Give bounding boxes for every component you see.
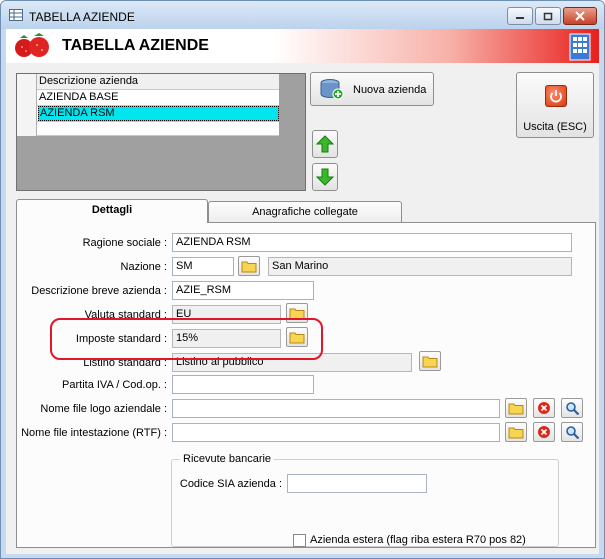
- delete-icon: [538, 426, 550, 438]
- tab-linked-records[interactable]: Anagrafiche collegate: [208, 201, 402, 223]
- row-indicator[interactable]: [17, 90, 37, 106]
- descrizione-breve-input[interactable]: AZIE_RSM: [172, 281, 314, 300]
- table-cell[interactable]: AZIENDA BASE: [39, 91, 118, 103]
- table-row[interactable]: AZIENDA BASE: [17, 90, 279, 106]
- nazione-label: Nazione :: [120, 261, 167, 273]
- exit-label: Uscita (ESC): [523, 121, 587, 133]
- window-title: TABELLA AZIENDE: [29, 10, 135, 24]
- power-icon: [545, 85, 567, 107]
- arrow-down-icon: [316, 168, 334, 186]
- sia-input[interactable]: [287, 474, 427, 493]
- move-up-button[interactable]: [312, 130, 338, 158]
- logo-file-input[interactable]: [172, 399, 500, 418]
- magnifier-icon: [565, 425, 579, 439]
- column-header-description[interactable]: Descrizione azienda: [39, 75, 138, 87]
- close-icon: [575, 11, 585, 21]
- table-row-selected[interactable]: AZIENDA RSM: [17, 106, 279, 122]
- new-company-label: Nuova azienda: [353, 84, 427, 96]
- header-banner: TABELLA AZIENDE: [6, 29, 599, 63]
- folder-icon: [422, 356, 438, 367]
- table-row-empty[interactable]: [17, 122, 279, 136]
- maximize-icon: [543, 12, 553, 20]
- folder-icon: [508, 427, 524, 438]
- descrizione-breve-label: Descrizione breve azienda :: [31, 285, 167, 297]
- intestazione-file-input[interactable]: [172, 423, 500, 442]
- building-icon: [569, 33, 591, 61]
- companies-grid[interactable]: Descrizione azienda AZIENDA BASE AZIENDA…: [16, 73, 306, 191]
- move-down-button[interactable]: [312, 163, 338, 191]
- table-cell[interactable]: AZIENDA RSM: [38, 106, 279, 121]
- nazione-name-display: San Marino: [268, 257, 572, 276]
- new-company-button[interactable]: Nuova azienda: [310, 72, 434, 106]
- logo-browse-button[interactable]: [505, 398, 527, 418]
- sia-label: Codice SIA azienda :: [179, 478, 282, 490]
- logo-view-button[interactable]: [561, 398, 583, 418]
- magnifier-icon: [565, 401, 579, 415]
- intestazione-view-button[interactable]: [561, 422, 583, 442]
- foreign-company-checkbox[interactable]: [293, 534, 306, 547]
- ragione-sociale-label: Ragione sociale :: [82, 237, 167, 249]
- partita-iva-input[interactable]: [172, 375, 314, 394]
- row-indicator[interactable]: [17, 106, 37, 122]
- exit-button[interactable]: Uscita (ESC): [516, 72, 594, 138]
- minimize-button[interactable]: [507, 7, 533, 25]
- header-title: TABELLA AZIENDE: [62, 37, 209, 54]
- nazione-lookup-button[interactable]: [238, 256, 260, 276]
- app-window: TABELLA AZIENDE TABELLA AZIENDE Descrizi…: [0, 0, 605, 559]
- row-indicator[interactable]: [17, 122, 37, 136]
- delete-icon: [538, 402, 550, 414]
- strawberry-icon: [15, 33, 49, 57]
- intestazione-clear-button[interactable]: [533, 422, 555, 442]
- close-button[interactable]: [563, 7, 597, 25]
- title-bar[interactable]: TABELLA AZIENDE: [1, 1, 604, 29]
- grid-header-row: Descrizione azienda: [17, 74, 279, 90]
- highlight-annotation: [50, 318, 323, 360]
- folder-icon: [508, 403, 524, 414]
- row-indicator: [17, 74, 37, 90]
- add-database-icon: [320, 79, 344, 100]
- listino-lookup-button[interactable]: [419, 351, 441, 371]
- nazione-code-input[interactable]: SM: [172, 257, 234, 276]
- tab-details[interactable]: Dettagli: [16, 199, 208, 223]
- folder-icon: [241, 261, 257, 272]
- intestazione-file-label: Nome file intestazione (RTF) :: [21, 427, 167, 439]
- arrow-up-icon: [316, 135, 334, 153]
- foreign-company-label[interactable]: Azienda estera (flag riba estera R70 pos…: [310, 534, 526, 546]
- logo-file-label: Nome file logo aziendale :: [40, 403, 167, 415]
- window-content: TABELLA AZIENDE Descrizione azienda AZIE…: [6, 29, 599, 554]
- grid-app-icon: [9, 9, 23, 21]
- maximize-button[interactable]: [535, 7, 561, 25]
- logo-clear-button[interactable]: [533, 398, 555, 418]
- ricevute-group-title: Ricevute bancarie: [180, 453, 275, 465]
- partita-iva-label: Partita IVA / Cod.op. :: [62, 379, 167, 391]
- ragione-sociale-input[interactable]: AZIENDA RSM: [172, 233, 572, 252]
- minimize-icon: [516, 17, 524, 19]
- intestazione-browse-button[interactable]: [505, 422, 527, 442]
